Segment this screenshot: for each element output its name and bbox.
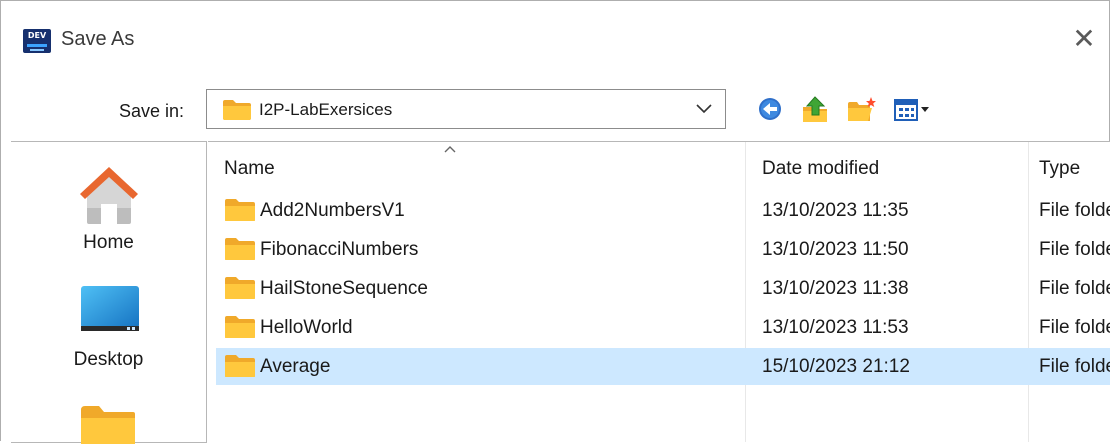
file-type: File folder xyxy=(1039,278,1110,299)
back-button[interactable] xyxy=(756,95,790,125)
file-type: File folder xyxy=(1039,239,1110,260)
up-one-level-button[interactable] xyxy=(800,95,834,125)
file-date-modified: 13/10/2023 11:53 xyxy=(762,317,909,338)
folder-icon xyxy=(223,100,251,120)
list-header: Name Date modified Type xyxy=(208,142,1110,192)
file-date-modified: 15/10/2023 21:12 xyxy=(762,356,910,377)
list-item[interactable]: Add2NumbersV1 13/10/2023 11:35 File fold… xyxy=(216,192,1110,229)
list-item[interactable]: Average 15/10/2023 21:12 File folder xyxy=(216,348,1110,385)
folder-icon xyxy=(225,355,255,377)
dev-cpp-app-icon: DEV xyxy=(23,29,51,53)
folder-icon xyxy=(225,199,255,221)
chevron-down-icon xyxy=(696,104,712,114)
file-name: FibonacciNumbers xyxy=(260,239,419,260)
place-label-home: Home xyxy=(83,232,134,253)
save-in-label: Save in: xyxy=(119,101,185,121)
column-header-name[interactable]: Name xyxy=(224,158,275,180)
back-icon xyxy=(759,98,781,120)
place-label-desktop: Desktop xyxy=(73,349,144,370)
folder-icon xyxy=(225,316,255,338)
new-folder-icon xyxy=(848,97,876,121)
folder-icon xyxy=(81,406,135,444)
place-home[interactable]: Home xyxy=(11,162,206,277)
close-button[interactable]: ✕ xyxy=(1067,23,1101,57)
home-icon xyxy=(80,167,138,224)
file-type: File folder xyxy=(1039,356,1110,377)
column-header-type[interactable]: Type xyxy=(1039,158,1080,180)
file-list: Name Date modified Type Add2NumbersV1 13… xyxy=(208,141,1110,442)
file-type: File folder xyxy=(1039,200,1110,221)
folder-icon xyxy=(225,277,255,299)
save-as-dialog: DEV Save As ✕ Save in: I2P-LabExersices xyxy=(0,0,1110,444)
file-date-modified: 13/10/2023 11:50 xyxy=(762,239,909,260)
window-title: Save As xyxy=(61,28,135,50)
title-bar: DEV Save As ✕ xyxy=(1,1,1109,77)
save-in-value: I2P-LabExersices xyxy=(259,100,393,119)
view-menu-button[interactable] xyxy=(893,95,939,125)
folder-icon xyxy=(225,238,255,260)
column-header-date-modified[interactable]: Date modified xyxy=(762,158,879,180)
place-folder[interactable] xyxy=(11,400,206,444)
close-icon: ✕ xyxy=(1072,23,1096,54)
save-in-dropdown[interactable]: I2P-LabExersices xyxy=(206,89,726,129)
file-name: HelloWorld xyxy=(260,317,353,338)
places-bar: Home Desktop xyxy=(11,141,207,444)
view-menu-icon xyxy=(894,99,929,121)
file-date-modified: 13/10/2023 11:38 xyxy=(762,278,909,299)
list-item[interactable]: FibonacciNumbers 13/10/2023 11:50 File f… xyxy=(216,231,1110,268)
desktop-icon xyxy=(81,286,139,331)
up-one-level-icon xyxy=(803,96,827,122)
file-name: HailStoneSequence xyxy=(260,278,428,299)
file-name: Add2NumbersV1 xyxy=(260,200,405,221)
list-item[interactable]: HelloWorld 13/10/2023 11:53 File folder xyxy=(216,309,1110,346)
new-folder-button[interactable] xyxy=(846,95,880,125)
file-date-modified: 13/10/2023 11:35 xyxy=(762,200,909,221)
list-item[interactable]: HailStoneSequence 13/10/2023 11:38 File … xyxy=(216,270,1110,307)
file-type: File folder xyxy=(1039,317,1110,338)
file-name: Average xyxy=(260,356,331,377)
sort-ascending-icon xyxy=(444,146,456,153)
place-desktop[interactable]: Desktop xyxy=(11,282,206,382)
